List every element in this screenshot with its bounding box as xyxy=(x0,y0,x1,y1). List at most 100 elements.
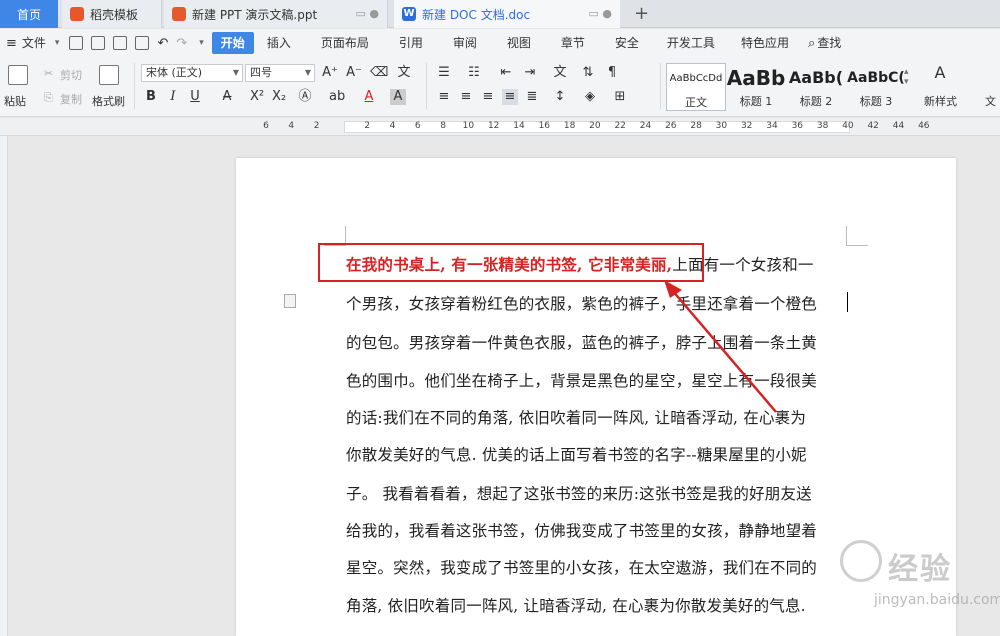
tab-template[interactable]: 稻壳模板 xyxy=(62,0,162,28)
paragraph-marker-icon[interactable] xyxy=(284,294,296,308)
new-style-button[interactable]: 新样式 xyxy=(924,93,957,109)
redo-icon[interactable]: ↷ xyxy=(176,36,187,51)
decrease-indent-icon[interactable]: ⇤ xyxy=(498,65,514,81)
font-color-icon[interactable]: A xyxy=(361,89,377,105)
font-size-select[interactable]: 四号 ▼ xyxy=(245,64,315,82)
tab-ppt[interactable]: 新建 PPT 演示文稿.ppt ▭ ● xyxy=(164,0,388,28)
align-center-icon[interactable]: ≡ xyxy=(458,89,474,105)
tab-template-label: 稻壳模板 xyxy=(90,7,139,22)
line-spacing-icon[interactable]: ↕ xyxy=(552,89,568,105)
sort-icon[interactable]: ⇅ xyxy=(580,65,596,81)
text-effect-icon[interactable]: Ⓐ xyxy=(297,89,313,105)
menu-review[interactable]: 审阅 xyxy=(444,32,486,54)
underline-button[interactable]: U xyxy=(187,89,203,105)
format-painter-icon[interactable] xyxy=(99,65,119,85)
format-painter-button[interactable]: 格式刷 xyxy=(92,93,125,109)
menu-insert[interactable]: 插入 xyxy=(258,32,300,54)
align-left-icon[interactable]: ≡ xyxy=(436,89,452,105)
paragraph-line-3[interactable]: 的包包。男孩穿着一件黄色衣服，蓝色的裤子，脖子上围着一条土黄 xyxy=(346,331,817,353)
hamburger-icon[interactable]: ≡ xyxy=(6,36,17,51)
style-heading-1-sample: AaBb xyxy=(726,66,786,90)
print-icon[interactable] xyxy=(113,36,128,50)
copy-button[interactable]: 复制 xyxy=(60,91,82,107)
margin-corner-top-right xyxy=(846,226,868,246)
justify-icon[interactable]: ≡ xyxy=(502,89,518,105)
ruler-tick: 6 xyxy=(263,121,269,131)
shrink-font-icon[interactable]: A⁻ xyxy=(346,65,362,81)
chinese-layout-icon[interactable]: 文 xyxy=(552,65,568,81)
shading-icon[interactable]: ◈ xyxy=(582,89,598,105)
distribute-icon[interactable]: ≣ xyxy=(524,89,540,105)
menu-home[interactable]: 开始 xyxy=(211,32,254,54)
ruler-tick: 6 xyxy=(414,121,421,131)
open-folder-icon[interactable] xyxy=(69,36,84,50)
ruler-tick: 20 xyxy=(589,121,601,131)
paragraph-line-10[interactable]: 角落, 依旧吹着同一阵风, 让暗香浮动, 在心裹为你散发美好的气息. xyxy=(346,594,806,616)
paragraph-line-5[interactable]: 的话:我们在不同的角落, 依旧吹着同一阵风, 让暗香浮动, 在心裹为 xyxy=(346,406,806,428)
menu-chapter[interactable]: 章节 xyxy=(552,32,594,54)
scissors-icon: ✂ xyxy=(44,67,54,80)
chevron-down-icon[interactable]: ▾ xyxy=(55,38,60,48)
undo-icon[interactable]: ↶ xyxy=(157,36,168,51)
more-icon[interactable]: ▾ xyxy=(199,38,204,48)
phonetic-icon[interactable]: 文 xyxy=(396,65,412,81)
paste-icon[interactable] xyxy=(8,65,28,85)
chevron-down-icon: ▼ xyxy=(232,68,239,77)
horizontal-ruler[interactable]: 6 4 2 2 4 6 8 10 12 14 16 18 20 22 24 26 28 30 32 34 36 38 40 4… xyxy=(0,118,1000,136)
ruler-tick: 40 xyxy=(842,121,854,131)
paragraph-line-9[interactable]: 星空。突然，我变成了书签里的小女孩，在太空遨游，我们在不同的 xyxy=(346,556,817,578)
menu-features[interactable]: 特色应用 xyxy=(732,32,798,54)
paragraph-line-2[interactable]: 个男孩，女孩穿着粉红色的衣服，紫色的裤子，手里还拿着一个橙色 xyxy=(346,292,817,314)
bold-button[interactable]: B xyxy=(143,89,159,105)
tab-home[interactable]: 首页 xyxy=(0,0,58,28)
align-right-icon[interactable]: ≡ xyxy=(480,89,496,105)
menu-references[interactable]: 引用 xyxy=(390,32,432,54)
increase-indent-icon[interactable]: ⇥ xyxy=(522,65,538,81)
menu-file[interactable]: 文件 xyxy=(17,32,55,54)
menu-developer[interactable]: 开发工具 xyxy=(658,32,724,54)
print-preview-icon[interactable] xyxy=(135,36,150,50)
paragraph-line-7[interactable]: 子。 我看着看着，想起了这张书签的来历:这张书签是我的好朋友送 xyxy=(346,482,812,504)
search-icon[interactable]: ⌕ xyxy=(808,36,815,51)
highlight-icon[interactable]: ab xyxy=(329,89,345,105)
numbered-list-icon[interactable]: ☷ xyxy=(466,65,482,81)
ruler-tick: 30 xyxy=(715,121,728,131)
text-tools-button[interactable]: 文 xyxy=(985,93,996,109)
show-marks-icon[interactable]: ¶ xyxy=(604,65,620,81)
superscript-icon[interactable]: X² xyxy=(249,89,265,105)
strikethrough-icon[interactable]: A̶ xyxy=(219,89,235,105)
new-style-icon[interactable]: A xyxy=(932,65,948,81)
grow-font-icon[interactable]: A⁺ xyxy=(322,65,338,81)
menu-security[interactable]: 安全 xyxy=(606,32,648,54)
tab-doc[interactable]: W 新建 DOC 文档.doc ▭ ● xyxy=(394,0,620,28)
save-icon[interactable] xyxy=(91,36,106,50)
tab-ppt-label: 新建 PPT 演示文稿.ppt xyxy=(192,7,318,22)
paragraph-line-8[interactable]: 给我的，我看着这张书签，仿佛我变成了书签里的女孩，静静地望着 xyxy=(346,519,817,541)
menu-view[interactable]: 视图 xyxy=(498,32,540,54)
docer-icon xyxy=(70,7,84,21)
styles-scroll-icon[interactable]: ▴ ▾ xyxy=(904,67,909,87)
ruler-tick: 32 xyxy=(740,121,753,131)
font-name-select[interactable]: 宋体 (正文) ▼ xyxy=(141,64,243,82)
paragraph-line-6[interactable]: 你散发美好的气息. 优美的话上面写着书签的名字--糖果屋里的小妮 xyxy=(346,443,807,465)
vertical-ruler[interactable] xyxy=(0,136,8,636)
menu-page-layout[interactable]: 页面布局 xyxy=(312,32,378,54)
menu-search[interactable]: 查找 xyxy=(815,32,850,54)
paragraph-line-4[interactable]: 色的围巾。他们坐在椅子上，背景是黑色的星空，星空上有一段很美 xyxy=(346,369,817,391)
style-heading-1[interactable]: AaBb 标题 1 xyxy=(726,63,786,111)
cut-button[interactable]: 剪切 xyxy=(60,67,82,83)
paste-button[interactable]: 粘贴 xyxy=(4,93,26,109)
ruler-tick: 22 xyxy=(614,121,626,131)
ruler-tick: 4 xyxy=(389,121,396,131)
bullet-list-icon[interactable]: ☰ xyxy=(436,65,452,81)
tab-bar: 首页 稻壳模板 新建 PPT 演示文稿.ppt ▭ ● W 新建 DOC 文档.… xyxy=(0,0,1000,28)
new-tab-button[interactable]: + xyxy=(634,3,649,24)
style-heading-3[interactable]: AaBbC( 标题 3 xyxy=(846,63,906,111)
clear-format-icon[interactable]: ⌫ xyxy=(370,65,388,81)
style-heading-2[interactable]: AaBb( 标题 2 xyxy=(786,63,846,111)
subscript-icon[interactable]: X₂ xyxy=(271,89,287,105)
italic-button[interactable]: I xyxy=(165,89,181,105)
style-normal[interactable]: AaBbCcDd 正文 xyxy=(666,63,726,111)
border-icon[interactable]: ⊞ xyxy=(612,89,628,105)
char-shading-icon[interactable]: A xyxy=(390,89,406,105)
